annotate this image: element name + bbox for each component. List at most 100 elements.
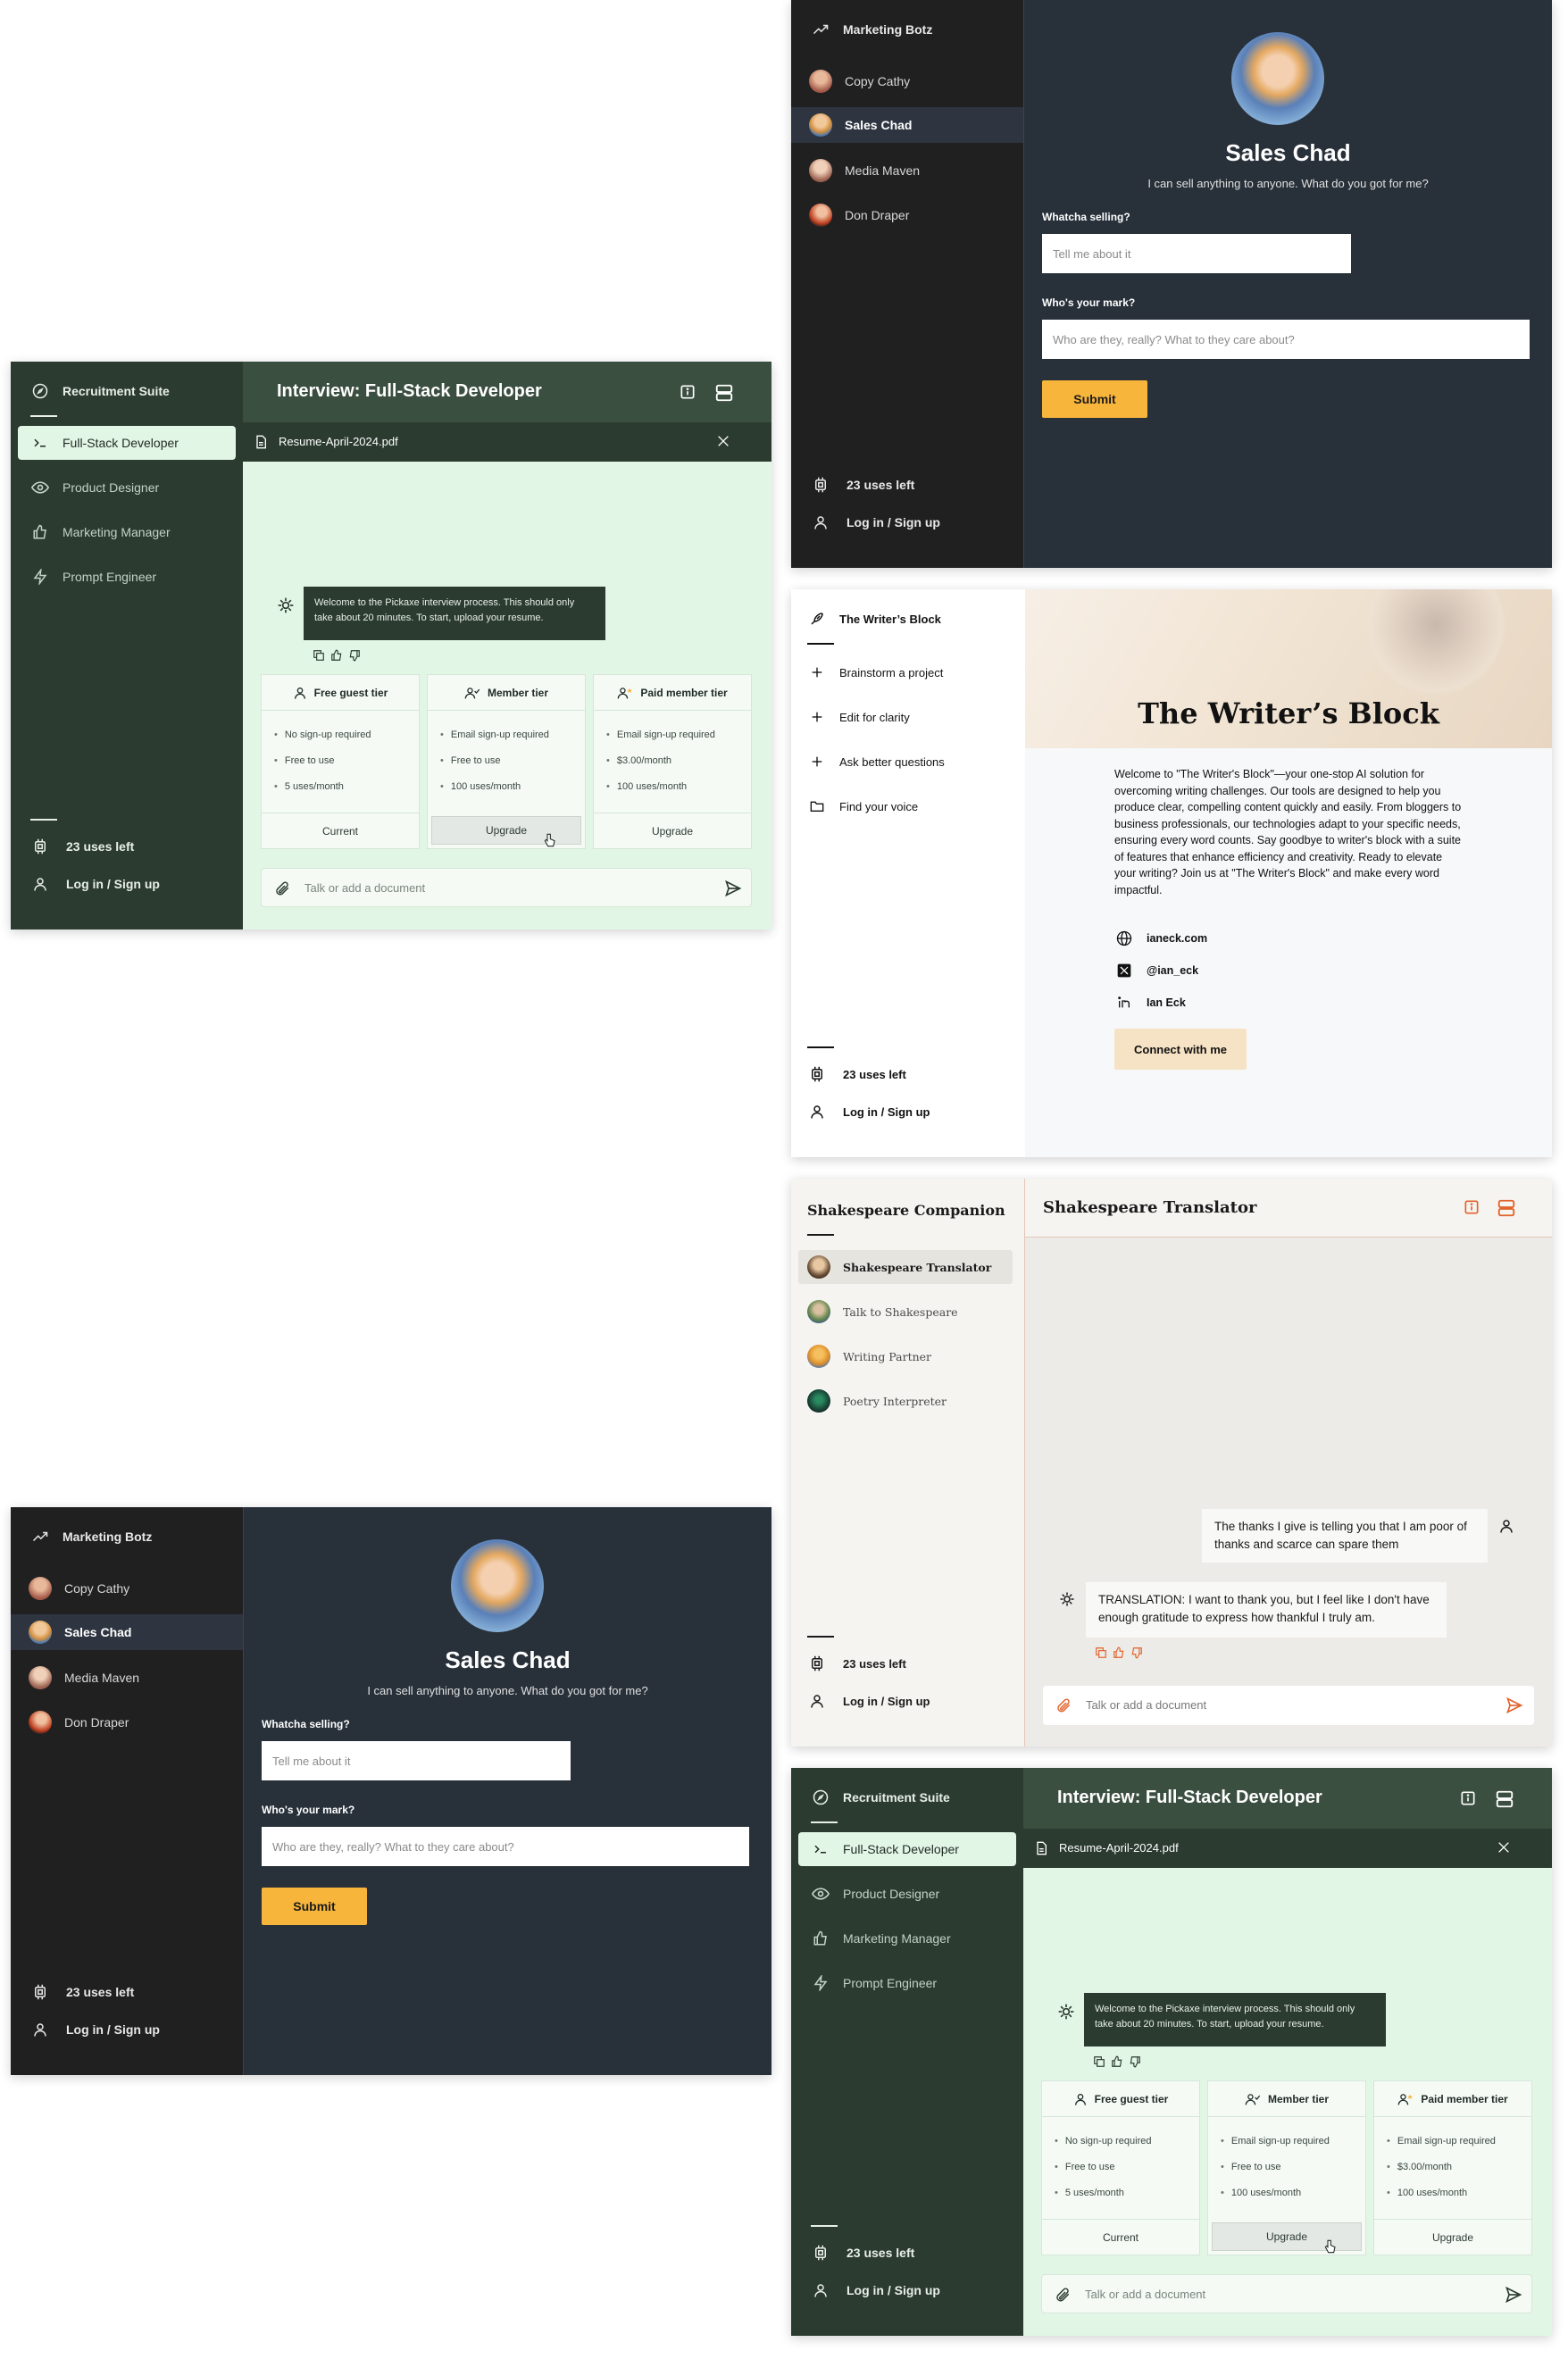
login-link[interactable]: Log in / Sign up [807, 1691, 930, 1711]
login-link[interactable]: Log in / Sign up [811, 513, 940, 532]
mark-input[interactable]: Who are they, really? What to they care … [262, 1827, 749, 1866]
submit-button[interactable]: Submit [262, 1888, 367, 1925]
page-title: Shakespeare Translator [1043, 1198, 1257, 1217]
login-link[interactable]: Log in / Sign up [30, 2020, 160, 2039]
sidebar-item-talk-to-shakespeare[interactable]: Talk to Shakespeare [807, 1300, 958, 1323]
brand[interactable]: Recruitment Suite [30, 381, 170, 401]
tier-name: Free guest tier [1094, 2092, 1169, 2105]
sidebar-item-sales-chad[interactable]: Sales Chad [791, 107, 1023, 143]
selling-input[interactable]: Tell me about it [1042, 234, 1351, 273]
link-linkedin[interactable]: Ian Eck [1114, 993, 1186, 1013]
sidebar-item-writing-partner[interactable]: Writing Partner [807, 1345, 931, 1368]
chat-input[interactable]: Talk or add a document [1041, 2274, 1532, 2313]
compass-icon [30, 381, 50, 401]
cursor-icon [542, 832, 556, 853]
mark-input[interactable]: Who are they, really? What to they care … [1042, 320, 1530, 359]
sidebar-item-don-draper[interactable]: Don Draper [29, 1711, 129, 1734]
sidebar-item-poetry-interpreter[interactable]: Poetry Interpreter [807, 1389, 947, 1413]
file-bar: Resume-April-2024.pdf [243, 422, 771, 462]
upgrade-button[interactable]: Upgrade [594, 813, 751, 848]
thumbs-down-icon[interactable] [348, 649, 361, 666]
sidebar-item-full-stack-developer[interactable]: Full-Stack Developer [798, 1832, 1016, 1866]
sidebar-item-sales-chad[interactable]: Sales Chad [11, 1614, 243, 1650]
avatar [809, 113, 832, 137]
login-link[interactable]: Log in / Sign up [807, 1102, 930, 1121]
welcome-message: Welcome to the Pickaxe interview process… [1084, 1993, 1386, 2046]
paperclip-icon[interactable] [274, 880, 290, 899]
current-tier-button[interactable]: Current [1042, 2219, 1199, 2255]
close-icon[interactable] [1497, 1840, 1511, 1859]
sidebar-item-edit[interactable]: Edit for clarity [807, 707, 910, 727]
brand[interactable]: Marketing Botz [811, 20, 932, 39]
upgrade-button[interactable]: Upgrade [1212, 2222, 1362, 2251]
brand[interactable]: Recruitment Suite [811, 1788, 950, 1807]
upgrade-button[interactable]: Upgrade [431, 816, 581, 845]
copy-icon[interactable] [313, 649, 325, 666]
marketing-panel-c: Marketing Botz Copy Cathy Sales Chad Med… [791, 0, 1552, 568]
thumbs-down-icon[interactable] [1130, 1646, 1143, 1663]
layout-icon[interactable] [1495, 1789, 1514, 1813]
info-icon[interactable] [1459, 1789, 1477, 1812]
tier-header: Free guest tier [262, 675, 419, 711]
trending-up-icon [30, 1527, 50, 1546]
sidebar-item-marketing-manager[interactable]: Marketing Manager [811, 1929, 951, 1948]
sidebar-item-prompt-engineer[interactable]: Prompt Engineer [30, 567, 156, 587]
thumbs-up-icon[interactable] [1113, 1646, 1125, 1663]
sidebar-item-shakespeare-translator[interactable]: Shakespeare Translator [798, 1250, 1013, 1284]
info-icon[interactable] [679, 383, 696, 405]
tier-feature: No sign-up required [274, 721, 406, 747]
sidebar-item-media-maven[interactable]: Media Maven [809, 159, 920, 182]
layout-icon[interactable] [1497, 1198, 1516, 1222]
close-icon[interactable] [716, 434, 730, 453]
upgrade-button[interactable]: Upgrade [1374, 2219, 1531, 2255]
thumbs-up-icon[interactable] [330, 649, 343, 666]
link-x[interactable]: @ian_eck [1114, 961, 1198, 980]
brand[interactable]: Marketing Botz [30, 1527, 152, 1546]
bot-message: TRANSLATION: I want to thank you, but I … [1086, 1582, 1447, 1638]
sidebar-item-media-maven[interactable]: Media Maven [29, 1666, 139, 1689]
chat-input[interactable]: Talk or add a document [261, 868, 752, 907]
current-tier-button[interactable]: Current [262, 813, 419, 848]
sidebar-item-product-designer[interactable]: Product Designer [30, 478, 159, 497]
brand[interactable]: The Writer’s Block [807, 609, 941, 629]
thumbs-down-icon[interactable] [1129, 2055, 1141, 2072]
connect-button[interactable]: Connect with me [1114, 1029, 1247, 1070]
sidebar-item-voice[interactable]: Find your voice [807, 796, 918, 816]
tier-feature: Free to use [440, 747, 572, 773]
selling-input[interactable]: Tell me about it [262, 1741, 571, 1780]
uses-left: 23 uses left [811, 2243, 914, 2263]
tier-feature: Email sign-up required [1221, 2128, 1353, 2154]
marketing-panel-d: Marketing Botz Copy Cathy Sales Chad Med… [11, 1507, 771, 2075]
sidebar-item-brainstorm[interactable]: Brainstorm a project [807, 663, 943, 682]
brand[interactable]: Shakespeare Companion [807, 1202, 1005, 1219]
sidebar-item-product-designer[interactable]: Product Designer [811, 1884, 939, 1904]
login-link[interactable]: Log in / Sign up [811, 2280, 940, 2300]
info-icon[interactable] [1463, 1198, 1480, 1221]
thumbs-up-icon[interactable] [1111, 2055, 1123, 2072]
sidebar-item-label: Full-Stack Developer [63, 436, 179, 450]
sidebar-item-copy-cathy[interactable]: Copy Cathy [29, 1577, 129, 1600]
paperclip-icon[interactable] [1055, 1697, 1072, 1716]
sidebar-item-don-draper[interactable]: Don Draper [809, 204, 909, 227]
sidebar-item-full-stack-developer[interactable]: Full-Stack Developer [18, 426, 236, 460]
user-icon [807, 1691, 827, 1711]
tier-header: Member tier [1208, 2081, 1365, 2117]
sidebar-item-prompt-engineer[interactable]: Prompt Engineer [811, 1973, 937, 1993]
bot-icon [277, 596, 295, 619]
login-link[interactable]: Log in / Sign up [30, 874, 160, 894]
shakespeare-sidebar: Shakespeare Companion Shakespeare Transl… [791, 1179, 1025, 1746]
send-icon[interactable] [1505, 2286, 1522, 2306]
send-icon[interactable] [724, 879, 742, 900]
layout-icon[interactable] [714, 383, 734, 407]
sidebar-item-ask[interactable]: Ask better questions [807, 752, 945, 771]
uses-left-label: 23 uses left [843, 1656, 906, 1671]
sidebar-item-copy-cathy[interactable]: Copy Cathy [809, 70, 910, 93]
paperclip-icon[interactable] [1055, 2287, 1071, 2305]
copy-icon[interactable] [1093, 2055, 1105, 2072]
chat-input[interactable]: Talk or add a document [1043, 1686, 1534, 1725]
link-website[interactable]: ianeck.com [1114, 929, 1207, 948]
submit-button[interactable]: Submit [1042, 380, 1147, 418]
send-icon[interactable] [1505, 1696, 1523, 1717]
sidebar-item-marketing-manager[interactable]: Marketing Manager [30, 522, 171, 542]
copy-icon[interactable] [1095, 1646, 1107, 1663]
